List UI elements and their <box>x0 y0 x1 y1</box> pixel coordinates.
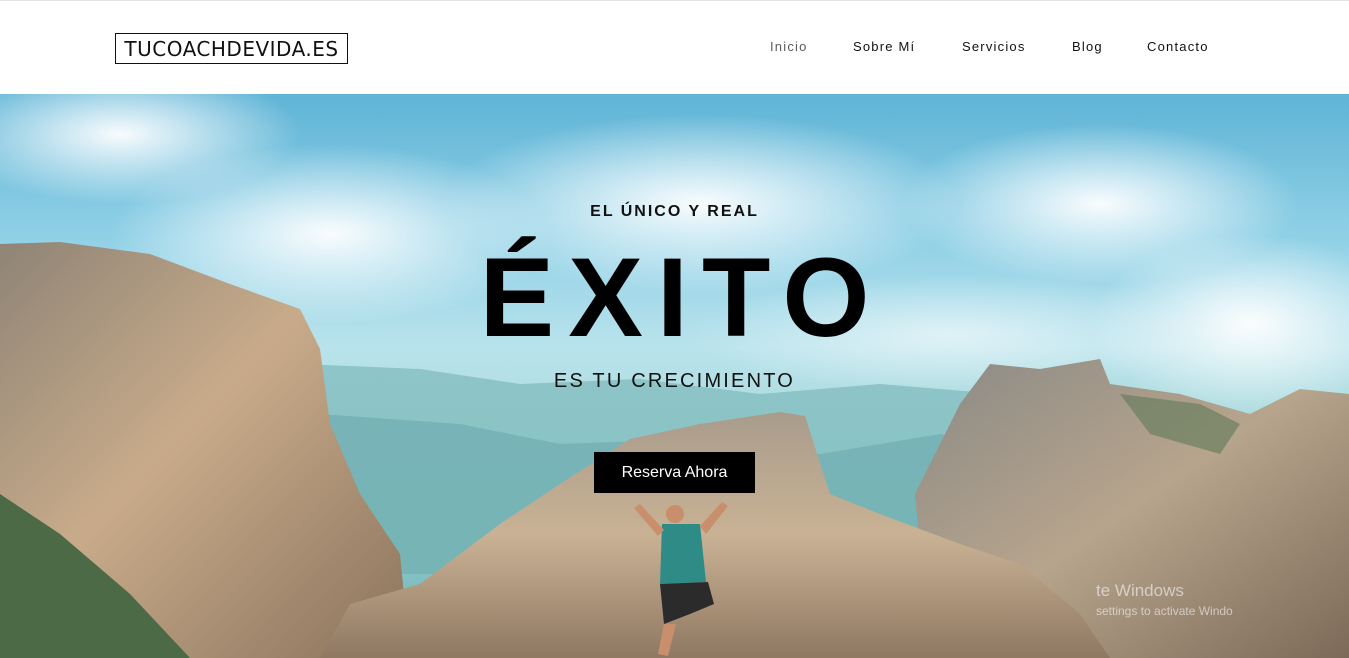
activate-windows-watermark: te Windows settings to activate Windo <box>1096 581 1233 621</box>
site-logo[interactable]: TUCOACHDEVIDA.ES <box>115 33 348 64</box>
hero-eyebrow: EL ÚNICO Y REAL <box>590 203 759 220</box>
watermark-line-1: te Windows <box>1096 581 1184 600</box>
hero-headline: ÉXITO <box>479 235 884 360</box>
hero-subheading: ES TU CRECIMIENTO <box>553 370 796 392</box>
hero-section: EL ÚNICO Y REAL ÉXITO ES TU CRECIMIENTO … <box>0 94 1349 658</box>
site-header: TUCOACHDEVIDA.ES Inicio Sobre Mí Servici… <box>0 0 1349 94</box>
watermark-line-2: settings to activate Windo <box>1096 604 1233 618</box>
nav-item-sobre-mi[interactable]: Sobre Mí <box>853 39 915 54</box>
nav-item-servicios[interactable]: Servicios <box>962 39 1026 54</box>
nav-item-blog[interactable]: Blog <box>1072 39 1103 54</box>
reserve-now-button[interactable]: Reserva Ahora <box>594 452 755 493</box>
nav-item-inicio[interactable]: Inicio <box>770 39 808 54</box>
nav-item-contacto[interactable]: Contacto <box>1147 39 1209 54</box>
